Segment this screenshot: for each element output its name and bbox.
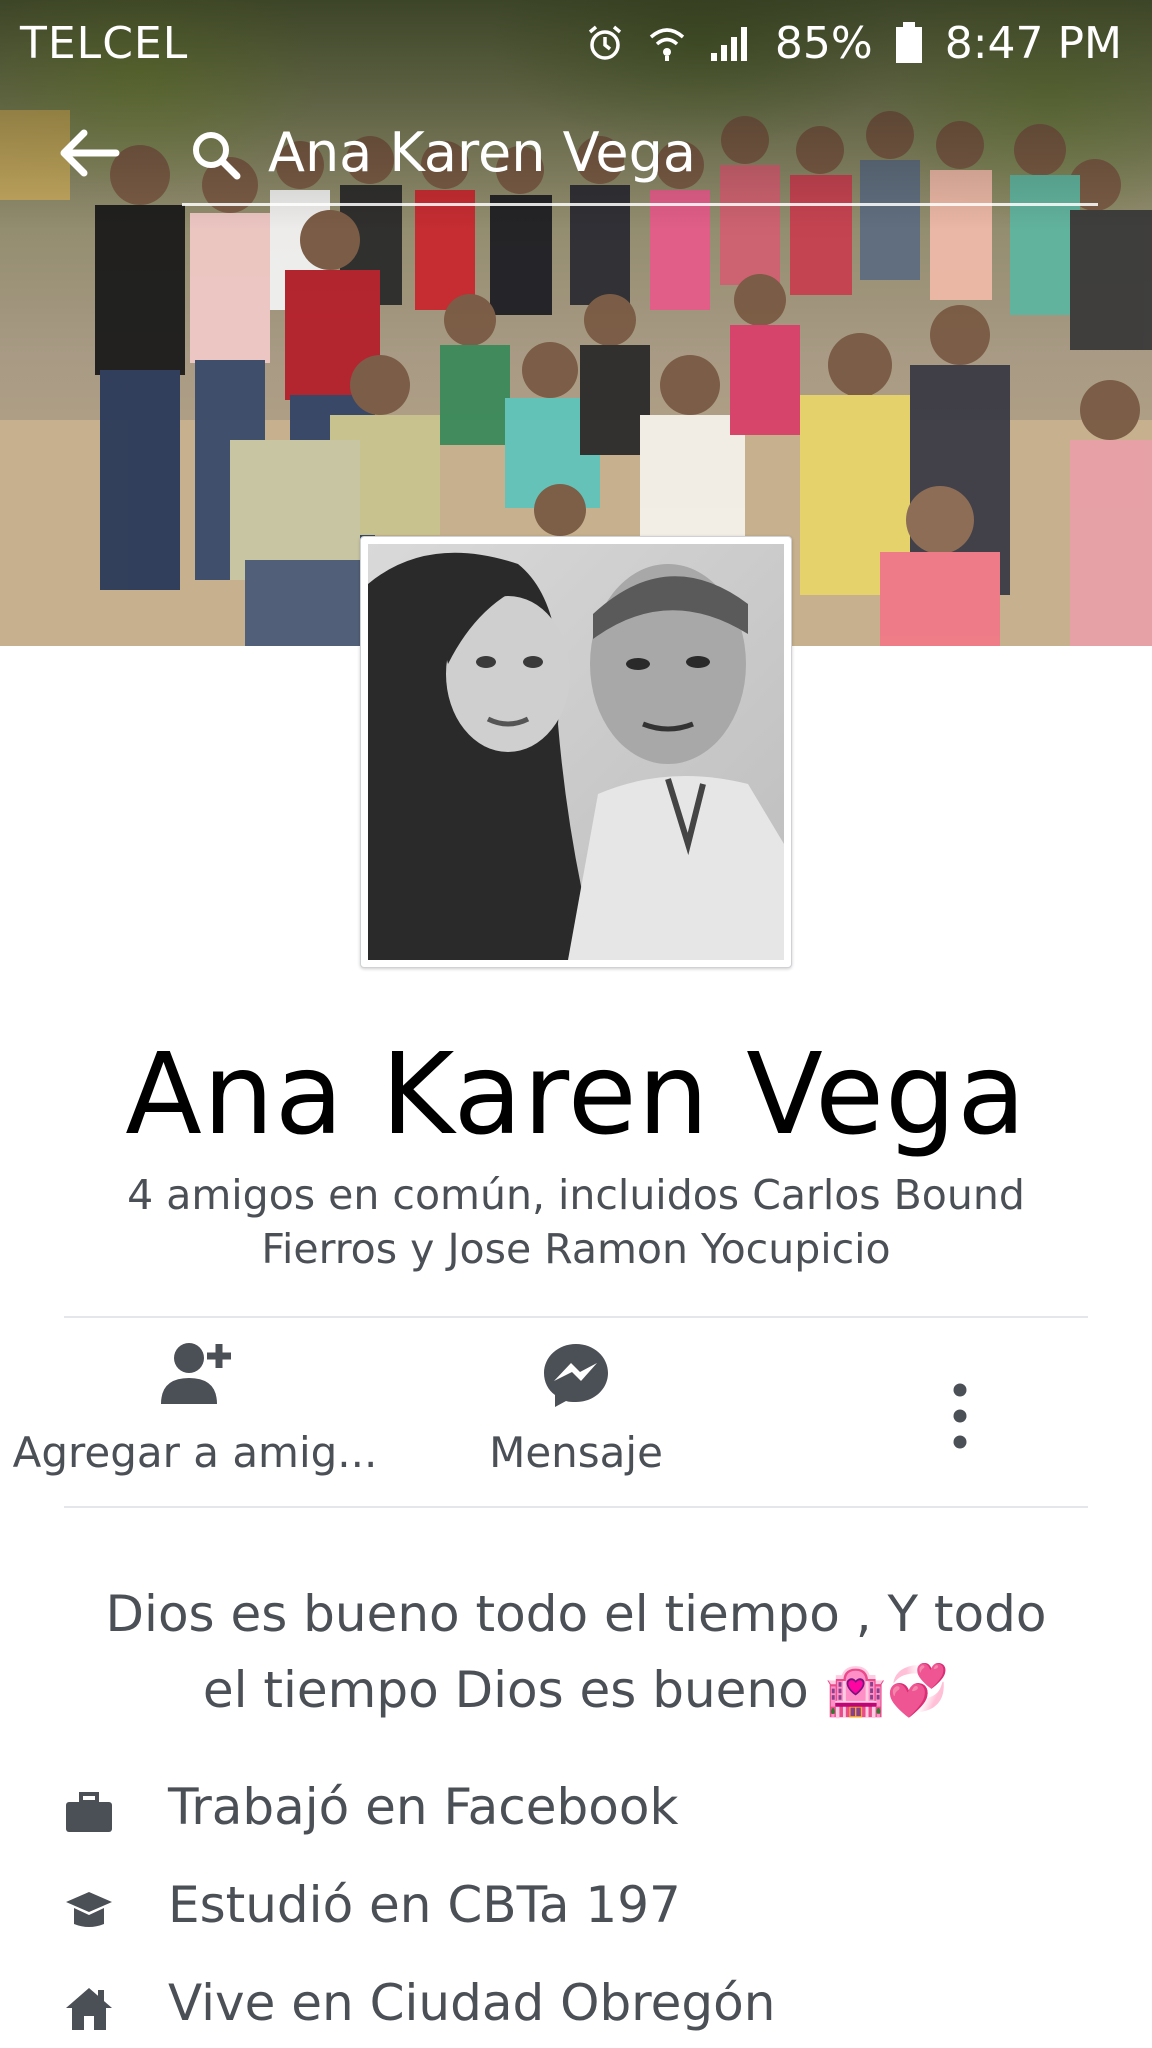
wifi-icon — [647, 23, 687, 63]
add-friend-button[interactable]: Agregar a amig... — [10, 1340, 380, 1490]
info-row-home: Vive en Ciudad Obregón — [0, 1974, 1152, 2044]
divider-bottom — [64, 1506, 1088, 1508]
status-bar: TELCEL 85% 8:47 PM — [0, 0, 1152, 86]
info-work-text[interactable]: Trabajó en Facebook — [168, 1778, 678, 1836]
profile-name: Ana Karen Vega — [125, 1030, 1027, 1160]
search-header: Ana Karen Vega — [0, 115, 1152, 206]
briefcase-icon — [64, 1790, 114, 1836]
home-icon — [64, 1986, 114, 2032]
back-arrow-icon[interactable] — [56, 125, 120, 181]
signal-icon — [709, 23, 753, 63]
more-vertical-icon[interactable] — [930, 1378, 990, 1454]
battery-icon — [895, 22, 923, 64]
divider-top — [64, 1316, 1088, 1318]
graduation-cap-icon — [64, 1888, 114, 1934]
carrier-label: TELCEL — [20, 17, 189, 69]
clock: 8:47 PM — [944, 17, 1122, 69]
info-education-text[interactable]: Estudió en CBTa 197 — [168, 1876, 681, 1934]
add-friend-icon — [155, 1340, 235, 1410]
info-row-education: Estudió en CBTa 197 — [0, 1876, 1152, 1946]
message-button[interactable]: Mensaje — [445, 1340, 707, 1490]
search-underline — [182, 203, 1098, 206]
info-home-text[interactable]: Vive en Ciudad Obregón — [168, 1974, 775, 2032]
add-friend-label: Agregar a amig... — [12, 1428, 378, 1477]
search-input[interactable]: Ana Karen Vega — [268, 121, 696, 184]
messenger-icon — [541, 1340, 611, 1410]
status-icons: 85% 8:47 PM — [585, 18, 1122, 69]
profile-photo-image — [368, 544, 784, 960]
search-icon[interactable] — [190, 129, 242, 181]
alarm-icon — [585, 23, 625, 63]
mutual-friends[interactable]: 4 amigos en común, incluidos Carlos Boun… — [110, 1168, 1042, 1276]
bio-text: Dios es bueno todo el tiempo , Y todo el… — [105, 1585, 1047, 1719]
battery-percent: 85% — [774, 17, 873, 69]
message-label: Mensaje — [489, 1428, 663, 1477]
info-row-work: Trabajó en Facebook — [0, 1778, 1152, 1848]
profile-picture[interactable] — [360, 536, 792, 968]
